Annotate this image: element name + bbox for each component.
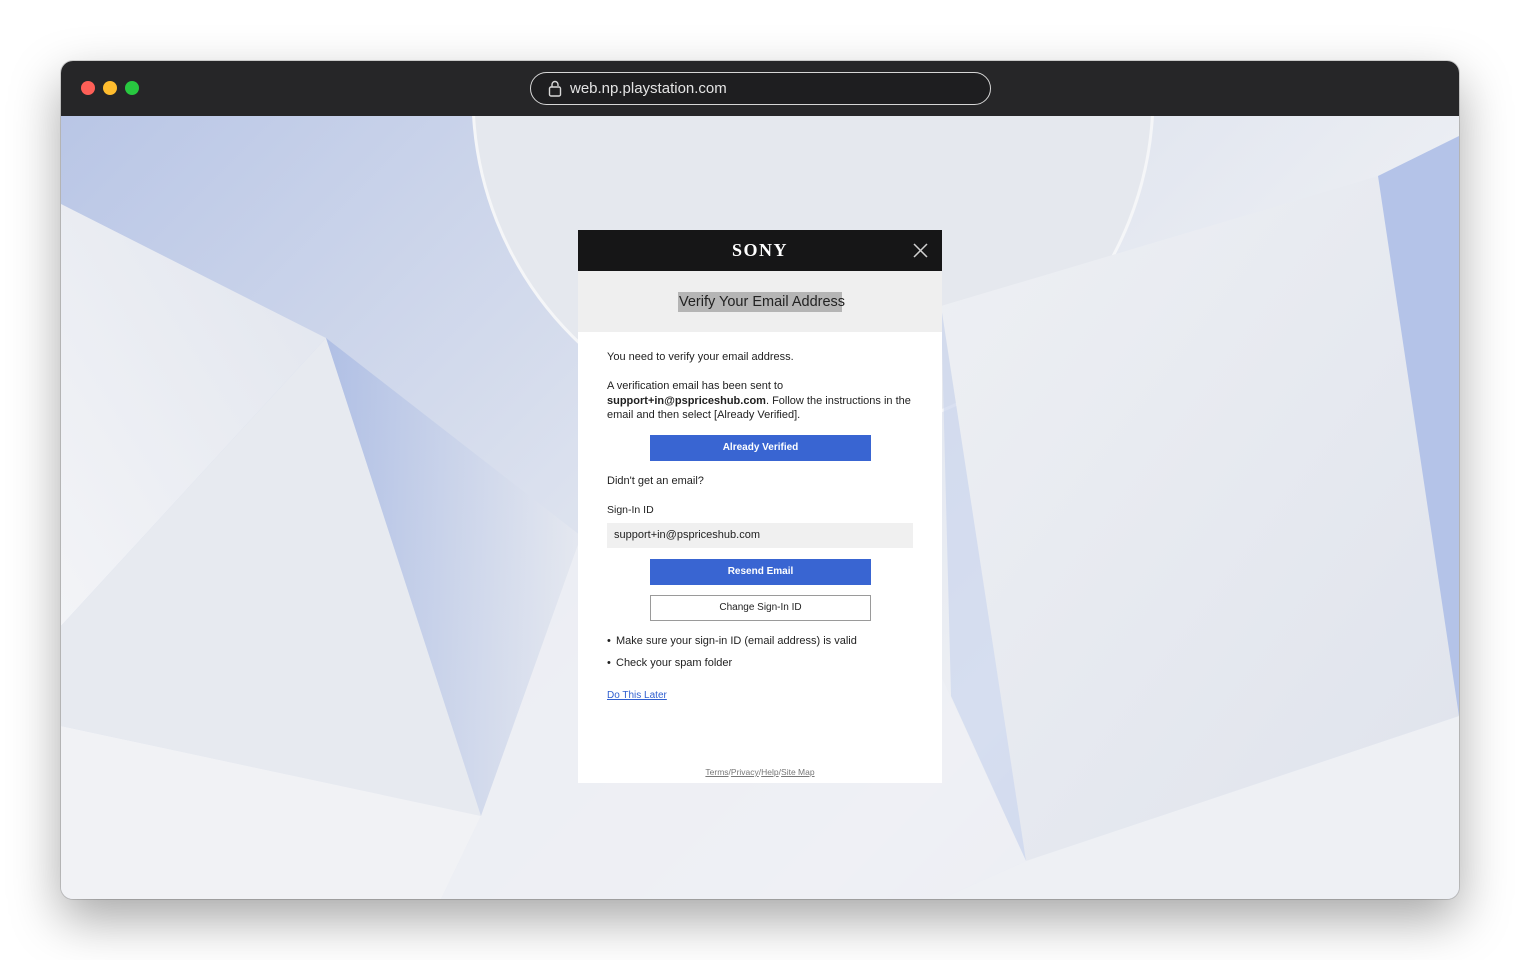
signin-label: Sign-In ID [607, 504, 654, 516]
close-window-button[interactable] [81, 81, 95, 95]
tip-text: Check your spam folder [616, 657, 733, 669]
browser-titlebar: web.np.playstation.com [61, 61, 1459, 116]
tip-text: Make sure your sign-in ID (email address… [616, 635, 857, 647]
browser-window: web.np.playstation.com SONY Verify Your … [61, 61, 1459, 899]
maximize-window-button[interactable] [125, 81, 139, 95]
bullet-icon: • [607, 635, 611, 647]
resend-email-button[interactable]: Resend Email [650, 559, 871, 585]
url-text: web.np.playstation.com [570, 80, 727, 97]
lock-icon [548, 80, 562, 97]
tip-item: • Make sure your sign-in ID (email addres… [607, 634, 857, 649]
page-content: SONY Verify Your Email Address You need … [61, 116, 1459, 899]
bullet-icon: • [607, 657, 611, 669]
sony-logo: SONY [731, 240, 788, 260]
intro-text: You need to verify your email address. [607, 351, 794, 363]
already-verified-button[interactable]: Already Verified [650, 435, 871, 461]
help-link[interactable]: Help [761, 767, 778, 777]
no-email-text: Didn't get an email? [607, 475, 704, 487]
sent-notice: A verification email has been sent to su… [607, 379, 913, 423]
do-this-later-link[interactable]: Do This Later [607, 689, 667, 704]
tip-item: • Check your spam folder [607, 656, 732, 671]
page-title: Verify Your Email Address [678, 292, 846, 312]
signin-id-field[interactable]: support+in@pspriceshub.com [607, 523, 913, 548]
site-map-link[interactable]: Site Map [781, 767, 815, 777]
change-signin-id-button[interactable]: Change Sign-In ID [650, 595, 871, 621]
address-bar[interactable]: web.np.playstation.com [530, 72, 991, 105]
close-icon[interactable] [913, 243, 928, 258]
minimize-window-button[interactable] [103, 81, 117, 95]
sent-text-before: A verification email has been sent to [607, 380, 784, 392]
title-band: Verify Your Email Address [578, 271, 942, 332]
dialog-header: SONY [578, 230, 942, 271]
verify-email-dialog: SONY Verify Your Email Address You need … [578, 230, 942, 783]
email-address: support+in@pspriceshub.com [607, 394, 766, 407]
terms-link[interactable]: Terms [705, 767, 728, 777]
privacy-link[interactable]: Privacy [731, 767, 759, 777]
footer-links: Terms/Privacy/Help/Site Map [705, 767, 815, 777]
